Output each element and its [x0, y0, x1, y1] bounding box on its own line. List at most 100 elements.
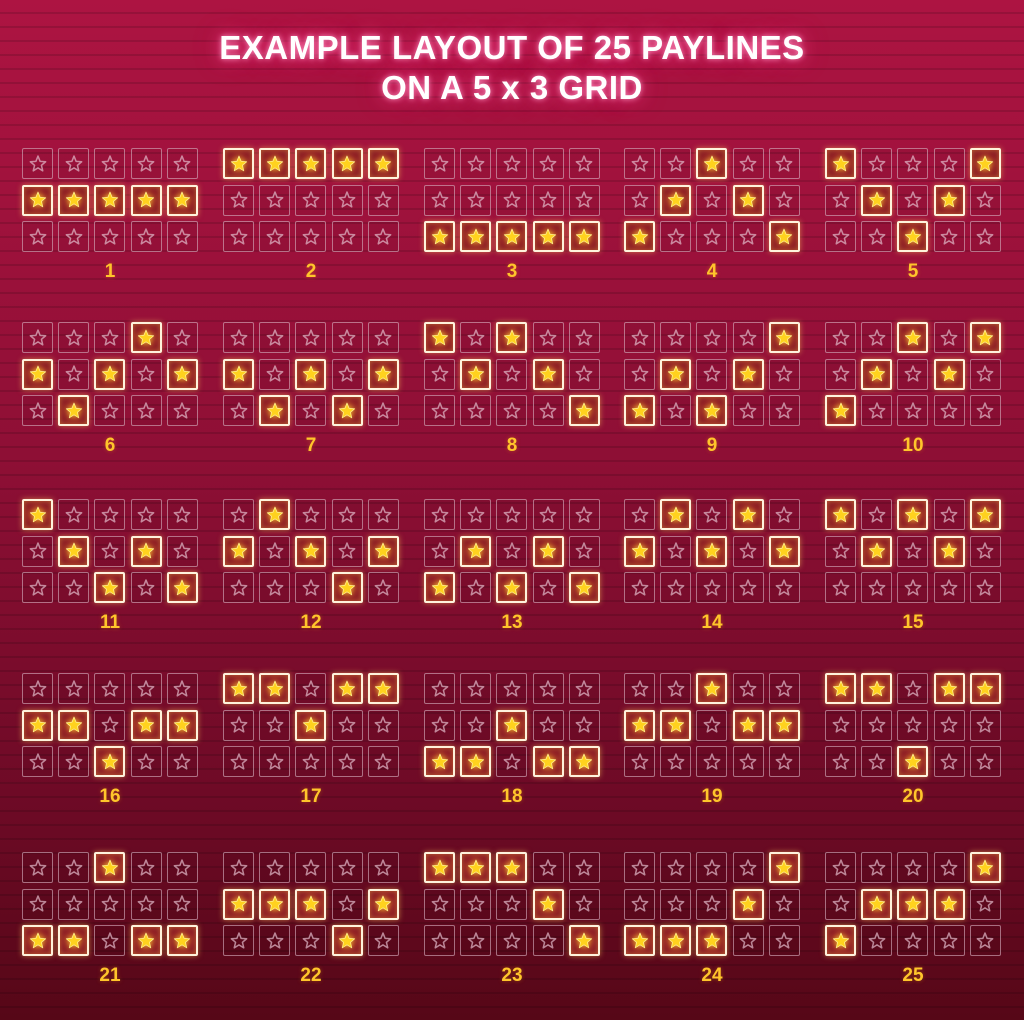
star-icon — [832, 680, 849, 696]
grid-cell — [532, 184, 564, 216]
star-icon — [174, 716, 191, 733]
star-icon — [29, 402, 46, 419]
payline-grid — [424, 852, 600, 957]
grid-cell — [624, 888, 655, 920]
grid-cell — [969, 395, 1001, 427]
highlighted-cell — [969, 673, 1001, 704]
star-icon — [904, 228, 921, 244]
star-icon — [101, 154, 119, 172]
grid-cell — [897, 184, 929, 216]
highlighted-cell — [660, 925, 692, 957]
star-icon — [29, 191, 46, 208]
grid-cell — [825, 852, 856, 883]
star-icon — [539, 679, 557, 697]
star-icon — [775, 402, 793, 419]
grid-cell — [496, 395, 528, 427]
highlighted-cell — [331, 673, 363, 704]
star-icon — [868, 505, 886, 523]
star-icon — [431, 154, 448, 172]
highlighted-cell — [696, 148, 728, 179]
grid-cell — [367, 925, 399, 957]
highlighted-cell — [768, 535, 800, 567]
star-icon — [230, 228, 247, 245]
grid-cell — [768, 184, 800, 216]
star-icon — [467, 579, 485, 596]
star-icon — [29, 579, 46, 596]
star-icon — [940, 154, 958, 172]
star-icon — [29, 716, 46, 733]
payline-grid — [424, 673, 600, 778]
star-icon — [101, 932, 119, 949]
highlighted-cell — [496, 221, 528, 253]
star-icon — [904, 329, 921, 345]
star-icon — [431, 859, 448, 875]
star-icon — [976, 402, 994, 419]
star-icon — [431, 932, 448, 949]
grid-cell — [94, 925, 126, 957]
payline-21: 21 — [22, 852, 198, 987]
grid-cell — [367, 746, 399, 778]
payline-12: 12 — [223, 499, 399, 634]
grid-cell — [496, 673, 528, 704]
payline-7: 7 — [223, 322, 399, 457]
grid-cell — [532, 709, 564, 741]
highlighted-cell — [367, 358, 399, 390]
star-icon — [374, 228, 392, 245]
grid-cell — [58, 673, 90, 704]
star-icon — [375, 542, 392, 559]
grid-cell — [367, 221, 399, 253]
highlighted-cell — [295, 148, 327, 179]
star-icon — [65, 228, 83, 245]
grid-cell — [166, 221, 198, 253]
star-icon — [374, 858, 392, 876]
grid-cell — [496, 148, 528, 179]
highlighted-cell — [58, 184, 90, 216]
star-icon — [631, 932, 648, 948]
grid-cell — [897, 358, 929, 390]
highlighted-cell — [732, 358, 764, 390]
payline-24: 24 — [624, 852, 800, 987]
star-icon — [739, 365, 757, 382]
grid-cell — [532, 673, 564, 704]
star-icon — [703, 753, 721, 770]
grid-cell — [58, 499, 90, 530]
star-icon — [503, 329, 520, 345]
star-icon — [431, 228, 448, 244]
star-icon — [137, 579, 155, 596]
star-icon — [631, 753, 648, 770]
payline-grid — [624, 322, 800, 427]
star-icon — [65, 579, 83, 596]
star-icon — [137, 191, 155, 208]
star-icon — [575, 716, 593, 733]
star-icon — [832, 579, 849, 596]
highlighted-cell — [130, 184, 162, 216]
highlighted-cell — [933, 673, 965, 704]
payline-grid — [22, 322, 198, 427]
star-icon — [703, 328, 721, 346]
star-icon — [575, 679, 593, 697]
payline-number: 12 — [300, 612, 322, 634]
star-icon — [302, 365, 319, 382]
payline-grid — [825, 322, 1001, 427]
grid-cell — [94, 499, 126, 530]
star-icon — [29, 932, 46, 948]
grid-cell — [660, 395, 692, 427]
grid-cell — [768, 499, 800, 530]
grid-cell — [130, 358, 162, 390]
star-icon — [266, 402, 283, 418]
grid-cell — [532, 148, 564, 179]
star-icon — [101, 328, 119, 346]
star-icon — [230, 895, 247, 912]
star-icon — [431, 753, 448, 769]
highlighted-cell — [861, 535, 893, 567]
star-icon — [173, 505, 191, 523]
star-icon — [65, 191, 82, 208]
star-icon — [976, 716, 994, 733]
star-icon — [230, 716, 247, 733]
star-icon — [230, 858, 247, 876]
grid-cell — [424, 888, 455, 920]
star-icon — [832, 506, 849, 522]
star-icon — [940, 365, 958, 382]
grid-cell — [94, 221, 126, 253]
grid-cell — [223, 852, 254, 883]
